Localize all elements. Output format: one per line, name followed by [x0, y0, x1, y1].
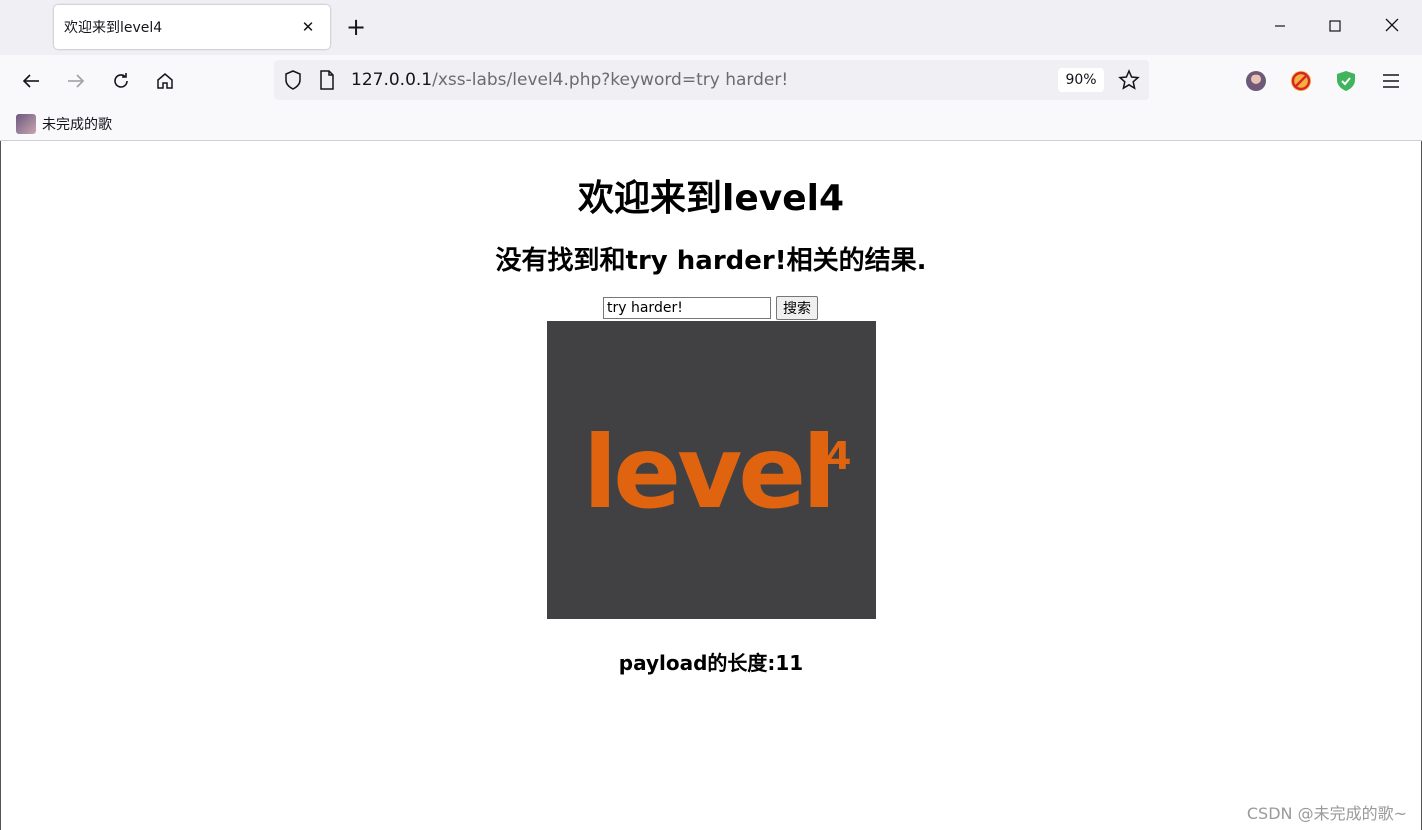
page-content: 欢迎来到level4 没有找到和try harder!相关的结果. 搜索 lev…	[0, 141, 1422, 830]
new-tab-icon[interactable]: +	[342, 14, 370, 42]
search-button[interactable]: 搜索	[776, 296, 818, 320]
logo-text: level	[583, 414, 832, 531]
browser-tab-active[interactable]: 欢迎来到level4 ✕	[54, 5, 330, 49]
back-arrow-icon[interactable]	[17, 67, 45, 95]
shield-icon[interactable]	[283, 69, 303, 95]
url-host: 127.0.0.1	[351, 70, 433, 90]
menu-hamburger-icon[interactable]	[1379, 69, 1403, 93]
address-bar[interactable]: 127.0.0.1/xss-labs/level4.php?keyword=tr…	[274, 60, 1149, 100]
logo-superscript: 4	[825, 434, 851, 478]
search-form: 搜索	[603, 296, 818, 320]
close-window-icon[interactable]	[1369, 12, 1415, 42]
bookmark-item[interactable]: 未完成的歌	[16, 113, 112, 135]
forward-arrow-icon[interactable]	[62, 67, 90, 95]
account-avatar-icon[interactable]	[1244, 69, 1268, 93]
search-input[interactable]	[603, 297, 771, 319]
navigation-toolbar: 127.0.0.1/xss-labs/level4.php?keyword=tr…	[0, 55, 1422, 107]
bookmark-star-icon[interactable]	[1118, 69, 1140, 95]
level-logo-image: level 4	[547, 321, 876, 619]
tab-title: 欢迎来到level4	[64, 20, 163, 36]
tab-bar: 欢迎来到level4 ✕ +	[0, 0, 1422, 55]
csdn-watermark: CSDN @未完成的歌~	[1246, 804, 1407, 823]
bookmark-label: 未完成的歌	[42, 117, 112, 133]
home-icon[interactable]	[151, 67, 179, 95]
bookmark-favicon-icon	[16, 114, 36, 134]
page-title: 欢迎来到level4	[577, 178, 845, 219]
reload-icon[interactable]	[107, 67, 135, 95]
bookmarks-toolbar: 未完成的歌	[0, 107, 1422, 141]
level-logo-svg: level 4	[583, 414, 851, 531]
maximize-icon[interactable]	[1312, 12, 1358, 42]
search-result-message: 没有找到和try harder!相关的结果.	[495, 246, 927, 276]
zoom-level-badge[interactable]: 90%	[1058, 68, 1104, 92]
payload-length-text: payload的长度:11	[618, 651, 804, 675]
shield-check-extension-icon[interactable]	[1334, 69, 1358, 93]
url-path: /xss-labs/level4.php?keyword=try harder!	[432, 70, 789, 90]
url-text[interactable]: 127.0.0.1/xss-labs/level4.php?keyword=tr…	[351, 70, 788, 90]
blocker-extension-icon[interactable]	[1289, 69, 1313, 93]
tab-close-icon[interactable]: ✕	[296, 15, 320, 39]
minimize-icon[interactable]	[1257, 12, 1303, 42]
page-info-icon[interactable]	[319, 70, 335, 94]
